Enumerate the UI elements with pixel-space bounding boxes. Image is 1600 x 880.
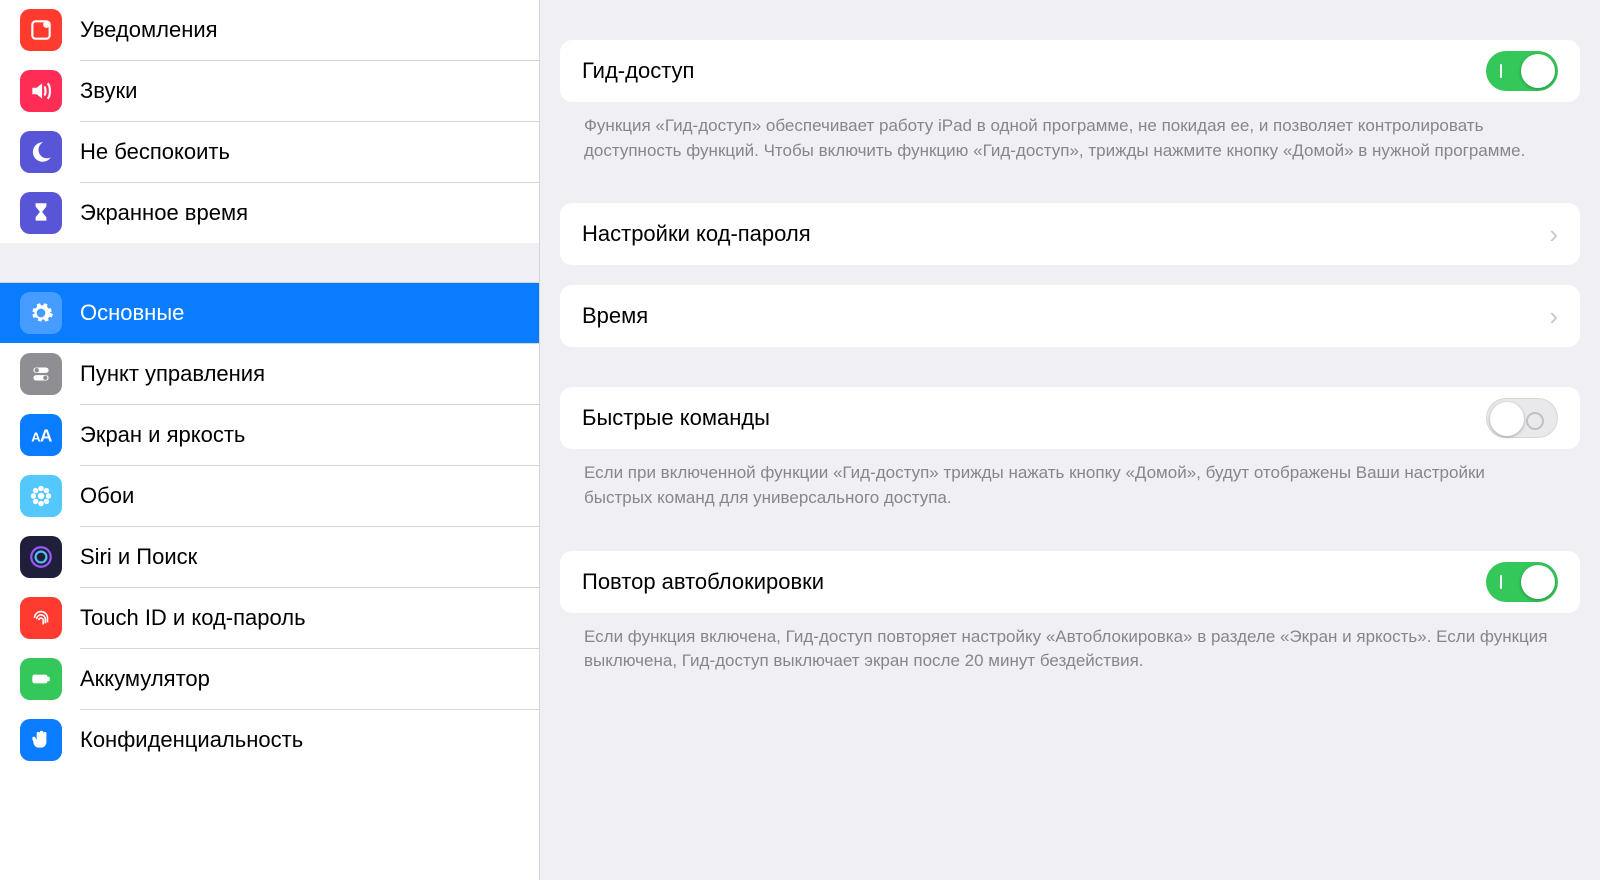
- mirror-autolock-row: Повтор автоблокировки: [560, 551, 1580, 613]
- notifications-icon: [20, 9, 62, 51]
- sidebar-item-battery[interactable]: Аккумулятор: [0, 649, 539, 709]
- sidebar-item-label: Обои: [62, 483, 134, 509]
- sidebar-item-label: Аккумулятор: [62, 666, 210, 692]
- sidebar-item-label: Основные: [62, 300, 184, 326]
- mirror-autolock-label: Повтор автоблокировки: [582, 569, 1486, 595]
- mirror-autolock-card: Повтор автоблокировки: [560, 551, 1580, 613]
- svg-text:A: A: [40, 426, 53, 446]
- guided-access-label: Гид-доступ: [582, 58, 1486, 84]
- battery-icon: [20, 658, 62, 700]
- sidebar-item-label: Экранное время: [62, 200, 248, 226]
- sidebar-item-label: Экран и яркость: [62, 422, 245, 448]
- hourglass-icon: [20, 192, 62, 234]
- chevron-right-icon: ›: [1549, 301, 1558, 332]
- guided-access-card: Гид-доступ: [560, 40, 1580, 102]
- sidebar-item-label: Touch ID и код-пароль: [62, 605, 306, 631]
- siri-icon: [20, 536, 62, 578]
- sidebar-group-1: Уведомления Звуки Не беспокоить Экранное…: [0, 0, 539, 243]
- time-limits-row[interactable]: Время ›: [560, 285, 1580, 347]
- sidebar-item-dnd[interactable]: Не беспокоить: [0, 122, 539, 182]
- settings-detail-pane: Гид-доступ Функция «Гид-доступ» обеспечи…: [540, 0, 1600, 880]
- sounds-icon: [20, 70, 62, 112]
- sidebar-item-label: Конфиденциальность: [62, 727, 303, 753]
- sidebar-item-touchid[interactable]: Touch ID и код-пароль: [0, 588, 539, 648]
- settings-sidebar: Уведомления Звуки Не беспокоить Экранное…: [0, 0, 540, 880]
- moon-icon: [20, 131, 62, 173]
- time-limits-label: Время: [582, 303, 1549, 329]
- sidebar-item-label: Пункт управления: [62, 361, 265, 387]
- sidebar-group-2: Основные Пункт управления AA Экран и ярк…: [0, 283, 539, 770]
- sidebar-item-label: Siri и Поиск: [62, 544, 197, 570]
- sidebar-item-notifications[interactable]: Уведомления: [0, 0, 539, 60]
- guided-access-toggle[interactable]: [1486, 51, 1558, 91]
- fingerprint-icon: [20, 597, 62, 639]
- shortcuts-card: Быстрые команды: [560, 387, 1580, 449]
- sidebar-item-label: Звуки: [62, 78, 137, 104]
- sidebar-item-wallpaper[interactable]: Обои: [0, 466, 539, 526]
- gear-icon: [20, 292, 62, 334]
- hand-icon: [20, 719, 62, 761]
- guided-access-footnote: Функция «Гид-доступ» обеспечивает работу…: [560, 102, 1580, 163]
- switches-icon: [20, 353, 62, 395]
- sidebar-item-label: Уведомления: [62, 17, 218, 43]
- accessibility-shortcut-label: Быстрые команды: [582, 405, 1486, 431]
- accessibility-shortcut-row: Быстрые команды: [560, 387, 1580, 449]
- sidebar-item-screentime[interactable]: Экранное время: [0, 183, 539, 243]
- mirror-autolock-footnote: Если функция включена, Гид-доступ повтор…: [560, 613, 1580, 674]
- chevron-right-icon: ›: [1549, 219, 1558, 250]
- text-size-icon: AA: [20, 414, 62, 456]
- sidebar-item-general[interactable]: Основные: [0, 283, 539, 343]
- accessibility-shortcut-footnote: Если при включенной функции «Гид-доступ»…: [560, 449, 1580, 510]
- flower-icon: [20, 475, 62, 517]
- sidebar-item-display[interactable]: AA Экран и яркость: [0, 405, 539, 465]
- sidebar-item-control-center[interactable]: Пункт управления: [0, 344, 539, 404]
- mirror-autolock-toggle[interactable]: [1486, 562, 1558, 602]
- guided-access-row: Гид-доступ: [560, 40, 1580, 102]
- passcode-settings-row[interactable]: Настройки код-пароля ›: [560, 203, 1580, 265]
- sidebar-item-privacy[interactable]: Конфиденциальность: [0, 710, 539, 770]
- time-card: Время ›: [560, 285, 1580, 347]
- accessibility-shortcut-toggle[interactable]: [1486, 398, 1558, 438]
- sidebar-item-sounds[interactable]: Звуки: [0, 61, 539, 121]
- sidebar-item-label: Не беспокоить: [62, 139, 230, 165]
- passcode-settings-label: Настройки код-пароля: [582, 221, 1549, 247]
- sidebar-item-siri[interactable]: Siri и Поиск: [0, 527, 539, 587]
- passcode-card: Настройки код-пароля ›: [560, 203, 1580, 265]
